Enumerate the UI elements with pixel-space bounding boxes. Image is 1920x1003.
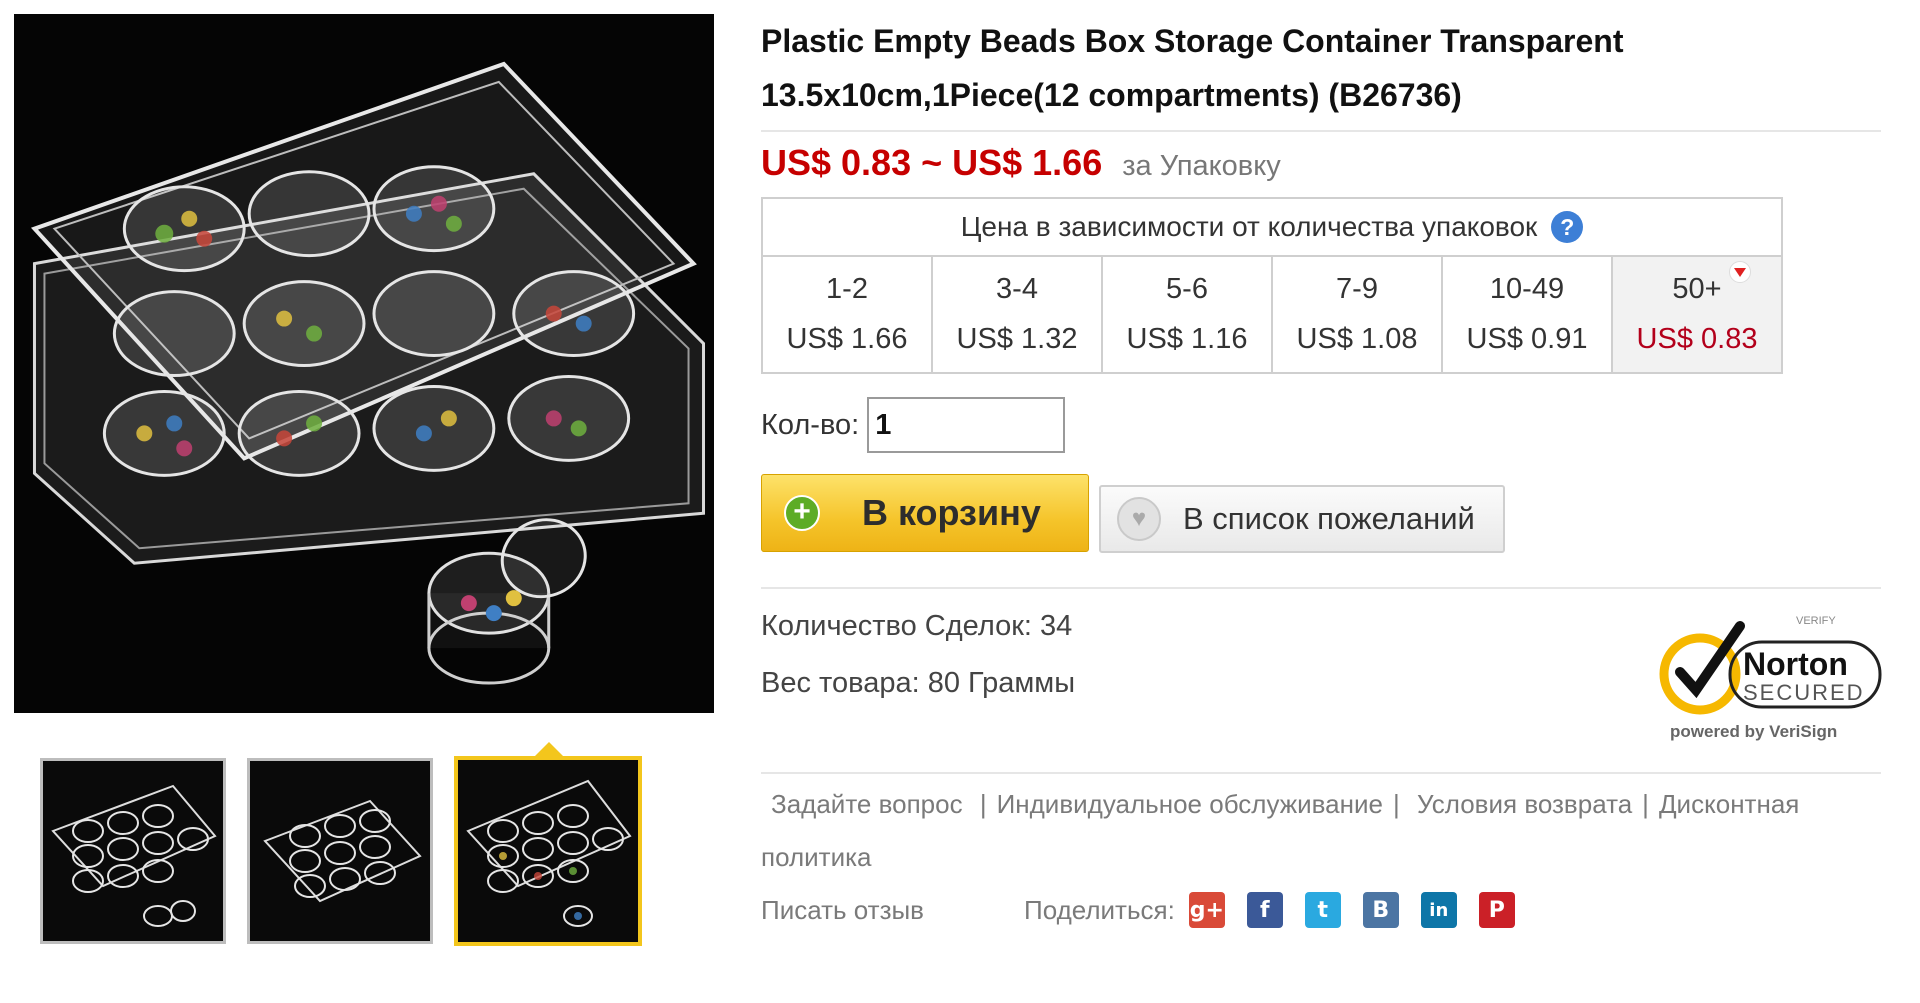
personal-service-link[interactable]: Индивидуальное обслуживание — [997, 789, 1383, 819]
write-review-link[interactable]: Писать отзыв — [761, 895, 924, 926]
tier-qty: 10-49 — [1489, 273, 1565, 306]
link-separator: | — [1642, 789, 1649, 819]
price-range: US$ 0.83 ~ US$ 1.66 — [761, 142, 1103, 183]
product-title: Plastic Empty Beads Box Storage Containe… — [761, 14, 1881, 122]
tier-columns: 1-2 US$ 1.66 3-4 US$ 1.32 5-6 US$ 1.16 7… — [763, 257, 1781, 372]
tier-column: 10-49 US$ 0.91 — [1443, 257, 1613, 372]
product-main-image[interactable] — [14, 14, 714, 713]
norton-powered-text: powered by VeriSign — [1670, 722, 1837, 741]
product-title-line-2: 13.5x10cm,1Piece(12 compartments) (B2673… — [761, 77, 1462, 113]
tier-qty: 3-4 — [996, 273, 1038, 306]
add-to-cart-button[interactable]: + В корзину — [761, 474, 1089, 552]
divider — [761, 130, 1881, 132]
product-title-line-1: Plastic Empty Beads Box Storage Containe… — [761, 23, 1624, 59]
link-separator: | — [972, 789, 987, 819]
tier-price: US$ 1.08 — [1296, 322, 1418, 355]
tier-table-header-text: Цена в зависимости от количества упаково… — [960, 211, 1538, 242]
tier-column: 1-2 US$ 1.66 — [763, 257, 933, 372]
tier-price: US$ 1.32 — [956, 322, 1078, 355]
tier-price: US$ 0.83 — [1636, 322, 1758, 355]
pinterest-icon[interactable]: P — [1478, 892, 1515, 928]
share-label: Поделиться: — [1024, 894, 1175, 925]
linkedin-icon[interactable]: in — [1420, 892, 1457, 928]
divider — [761, 587, 1881, 589]
twitter-icon[interactable]: t — [1304, 892, 1341, 928]
wishlist-label: В список пожеланий — [1183, 501, 1475, 536]
quantity-input[interactable] — [867, 397, 1066, 453]
price-tier-table: Цена в зависимости от количества упаково… — [761, 197, 1783, 374]
thumbnail-3-selected[interactable] — [454, 756, 642, 946]
price-row: US$ 0.83 ~ US$ 1.66 за Упаковку — [761, 142, 1281, 192]
plus-icon: + — [784, 495, 820, 531]
review-share-row: Писать отзыв Поделиться: g+ f t B in P — [761, 888, 1537, 932]
norton-name: Norton — [1743, 646, 1848, 682]
tier-qty: 1-2 — [826, 273, 868, 306]
ask-question-link[interactable]: Задайте вопрос — [771, 789, 963, 819]
norton-secured-text: SECURED — [1743, 680, 1865, 705]
tier-column: 7-9 US$ 1.08 — [1273, 257, 1443, 372]
facebook-icon[interactable]: f — [1246, 892, 1283, 928]
quantity-label: Кол-во: — [761, 408, 860, 441]
divider — [761, 772, 1881, 774]
tier-column: 5-6 US$ 1.16 — [1103, 257, 1273, 372]
tier-qty: 50+ — [1672, 273, 1722, 306]
tier-price: US$ 1.66 — [786, 322, 908, 355]
service-links: Задайте вопрос | Индивидуальное обслужива… — [761, 778, 1881, 884]
tier-price: US$ 0.91 — [1466, 322, 1588, 355]
deals-count: Количество Сделок: 34 — [761, 610, 1073, 642]
add-to-cart-label: В корзину — [862, 492, 1041, 533]
wishlist-button[interactable]: ♥ В список пожеланий — [1099, 485, 1505, 553]
thumbnail-2[interactable] — [247, 758, 433, 944]
tier-column: 3-4 US$ 1.32 — [933, 257, 1103, 372]
tier-qty: 5-6 — [1166, 273, 1208, 306]
heart-icon: ♥ — [1117, 497, 1161, 541]
quantity-row: Кол-во: — [761, 397, 1066, 453]
return-policy-link[interactable]: Условия возврата — [1417, 789, 1632, 819]
thumbnail-1[interactable] — [40, 758, 226, 944]
thumbnail-strip — [40, 756, 660, 948]
tier-table-header: Цена в зависимости от количества упаково… — [763, 199, 1781, 257]
tier-column-best: 50+ US$ 0.83 — [1613, 257, 1781, 372]
google-plus-icon[interactable]: g+ — [1188, 892, 1225, 928]
tier-price: US$ 1.16 — [1126, 322, 1248, 355]
norton-verify-text: VERIFY — [1796, 615, 1836, 627]
norton-secured-badge[interactable]: VERIFY Norton SECURED powered by VeriSig… — [1650, 612, 1885, 747]
product-weight: Вес товара: 80 Граммы — [761, 667, 1076, 699]
thumbnail-pointer — [535, 742, 563, 756]
price-unit: за Упаковку — [1122, 150, 1281, 182]
question-icon[interactable]: ? — [1551, 211, 1584, 243]
vkontakte-icon[interactable]: B — [1362, 892, 1399, 928]
arrow-down-icon — [1729, 261, 1751, 283]
link-separator: | — [1393, 789, 1407, 819]
tier-qty: 7-9 — [1336, 273, 1378, 306]
